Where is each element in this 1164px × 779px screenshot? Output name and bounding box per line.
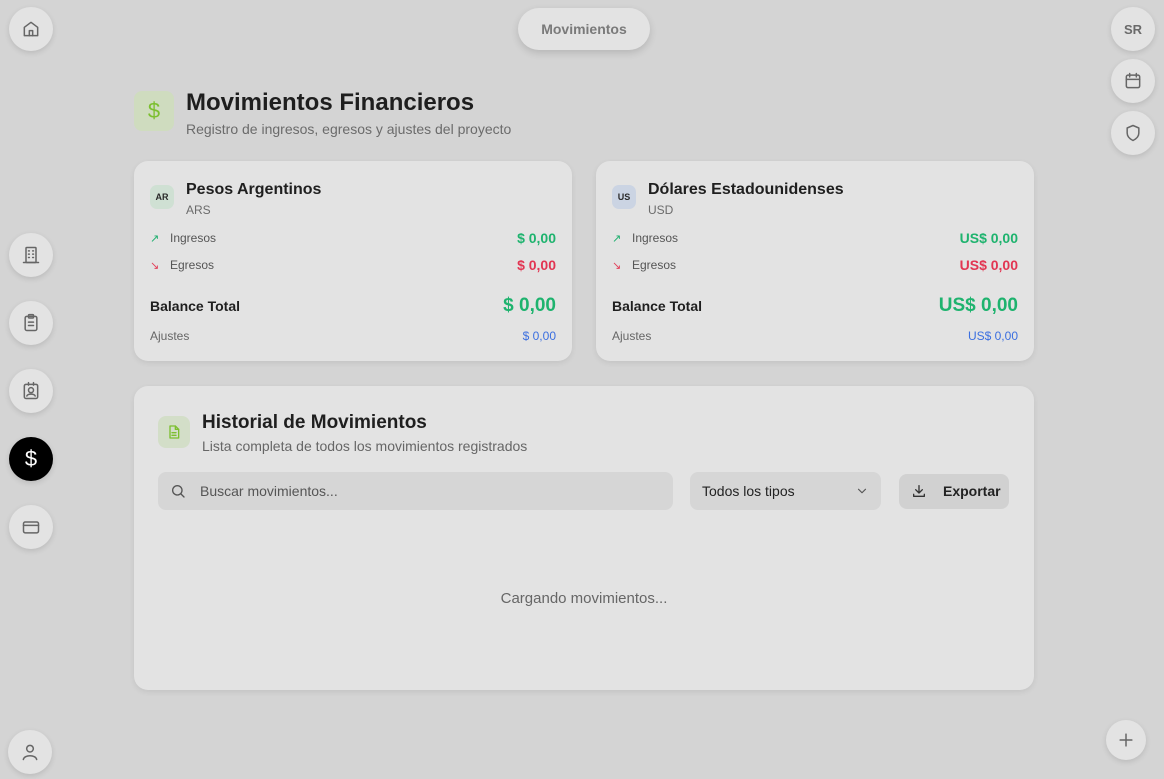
ingresos-value: US$ 0,00: [959, 230, 1018, 246]
document-icon: [158, 416, 190, 448]
avatar-initials: SR: [1123, 21, 1143, 37]
ingresos-value: $ 0,00: [517, 230, 556, 246]
currency-badge: US: [612, 185, 636, 209]
calendar-button[interactable]: [1111, 59, 1155, 103]
export-button[interactable]: Exportar: [899, 473, 1009, 509]
page-header: $ Movimientos Financieros Registro de in…: [134, 90, 511, 137]
calendar-icon: [1125, 72, 1141, 89]
card-icon: [22, 521, 40, 534]
history-title: Historial de Movimientos: [202, 412, 427, 433]
home-button[interactable]: [9, 7, 53, 51]
dollar-icon: $: [134, 91, 174, 131]
plus-icon: [1119, 733, 1133, 747]
egresos-label: Egresos: [632, 258, 677, 272]
currency-code: ARS: [186, 203, 211, 217]
search-input[interactable]: [200, 483, 640, 499]
section-pill-label: Movimientos: [541, 21, 627, 37]
history-card: Historial de Movimientos Lista completa …: [134, 386, 1034, 690]
balance-row: Balance Total US$ 0,00: [612, 295, 1018, 317]
balance-row: Balance Total $ 0,00: [150, 295, 556, 317]
balance-value: US$ 0,00: [938, 295, 1018, 316]
balance-value: $ 0,00: [503, 295, 556, 316]
currency-code: USD: [648, 203, 674, 217]
trending-down-icon: ↘: [612, 259, 622, 272]
security-button[interactable]: [1111, 111, 1155, 155]
add-button[interactable]: [1106, 720, 1146, 760]
page-title: Movimientos Financieros: [186, 89, 475, 116]
download-icon: [913, 485, 925, 497]
contact-icon: [23, 381, 39, 400]
currency-badge: AR: [150, 185, 174, 209]
search-icon: [172, 485, 185, 498]
export-label: Exportar: [943, 483, 1001, 499]
currency-name: Pesos Argentinos: [186, 181, 322, 198]
nav-payments-button[interactable]: [9, 505, 53, 549]
egresos-row: ↘ Egresos US$ 0,00: [612, 257, 1018, 273]
history-toolbar: Todos los tipos Exportar: [158, 472, 1010, 510]
home-icon: [23, 21, 39, 37]
ingresos-row: ↗ Ingresos US$ 0,00: [612, 230, 1018, 246]
ingresos-label: Ingresos: [170, 231, 217, 245]
history-subtitle: Lista completa de todos los movimientos …: [202, 438, 528, 454]
balance-label: Balance Total: [150, 298, 240, 314]
egresos-label: Egresos: [170, 258, 215, 272]
page-subtitle: Registro de ingresos, egresos y ajustes …: [186, 121, 512, 137]
ajustes-value: US$ 0,00: [967, 329, 1018, 343]
ajustes-value: $ 0,00: [522, 329, 556, 343]
loading-message: Cargando movimientos...: [500, 590, 668, 607]
ars-summary-card: AR Pesos Argentinos ARS ↗ Ingresos $ 0,00…: [134, 161, 572, 361]
building-icon: [22, 246, 40, 264]
ajustes-label: Ajustes: [150, 329, 190, 343]
dollar-icon: $: [24, 446, 38, 471]
nav-building-button[interactable]: [9, 233, 53, 277]
trending-down-icon: ↘: [150, 259, 160, 272]
trending-up-icon: ↗: [150, 232, 160, 245]
nav-finance-button[interactable]: $: [9, 437, 53, 481]
clipboard-icon: [24, 313, 38, 332]
nav-clipboard-button[interactable]: [9, 301, 53, 345]
ingresos-label: Ingresos: [632, 231, 679, 245]
shield-icon: [1126, 124, 1140, 142]
type-filter-select[interactable]: Todos los tipos: [690, 472, 881, 510]
user-avatar-button[interactable]: SR: [1111, 7, 1155, 51]
trending-up-icon: ↗: [612, 232, 622, 245]
usd-summary-card: US Dólares Estadounidenses USD ↗ Ingresos…: [596, 161, 1034, 361]
profile-button[interactable]: [8, 730, 52, 774]
currency-name: Dólares Estadounidenses: [648, 181, 844, 198]
user-icon: [22, 744, 38, 761]
ajustes-label: Ajustes: [612, 329, 652, 343]
egresos-value: US$ 0,00: [959, 257, 1018, 273]
ajustes-row: Ajustes $ 0,00: [150, 329, 556, 343]
search-box[interactable]: [158, 472, 673, 510]
ajustes-row: Ajustes US$ 0,00: [612, 329, 1018, 343]
section-pill[interactable]: Movimientos: [518, 8, 650, 50]
type-filter-value: Todos los tipos: [702, 483, 795, 499]
balance-label: Balance Total: [612, 298, 702, 314]
ingresos-row: ↗ Ingresos $ 0,00: [150, 230, 556, 246]
egresos-row: ↘ Egresos $ 0,00: [150, 257, 556, 273]
egresos-value: $ 0,00: [517, 257, 556, 273]
nav-contact-button[interactable]: [9, 369, 53, 413]
chevron-down-icon: [857, 488, 867, 494]
